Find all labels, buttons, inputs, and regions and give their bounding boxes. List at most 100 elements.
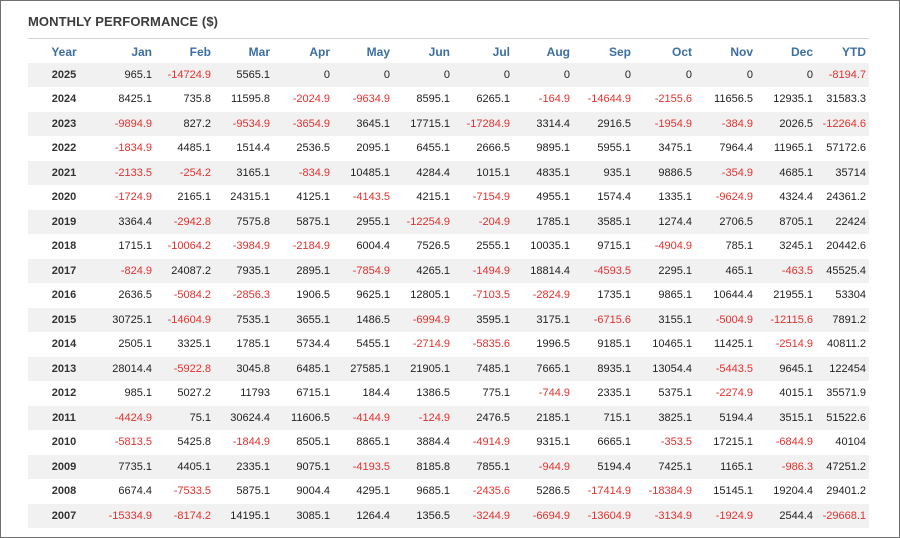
ytd-cell: 22424 bbox=[816, 209, 869, 235]
month-value-cell: -384.9 bbox=[695, 111, 756, 137]
month-value-cell: 0 bbox=[695, 63, 756, 88]
month-value-cell: 4405.1 bbox=[155, 454, 214, 480]
month-value-cell: 3884.4 bbox=[393, 430, 453, 455]
table-row: 2021 -2133.5 -254.2 3165.1 -834.9 10485.1 4284… bbox=[28, 160, 869, 186]
month-value-cell: 27585.1 bbox=[333, 356, 393, 382]
month-value-cell: 4955.1 bbox=[513, 185, 573, 210]
ytd-cell: 20442.6 bbox=[816, 234, 869, 259]
month-value-cell: 5375.1 bbox=[634, 381, 695, 406]
month-value-cell: 3475.1 bbox=[634, 136, 695, 161]
month-value-cell: 0 bbox=[273, 63, 333, 88]
month-value-cell: 7735.1 bbox=[100, 454, 155, 480]
month-value-cell: 3645.1 bbox=[333, 111, 393, 137]
month-value-cell: -7103.5 bbox=[453, 283, 513, 308]
month-value-cell: -14644.9 bbox=[573, 87, 634, 112]
month-value-cell: 2165.1 bbox=[155, 185, 214, 210]
month-value-cell: 9715.1 bbox=[573, 234, 634, 259]
month-value-cell: -6715.6 bbox=[573, 307, 634, 333]
month-value-cell: 30725.1 bbox=[100, 307, 155, 333]
month-value-cell: 3314.4 bbox=[513, 111, 573, 137]
month-value-cell: 6265.1 bbox=[453, 87, 513, 112]
month-value-cell: -5835.6 bbox=[453, 332, 513, 357]
month-value-cell: -2942.8 bbox=[155, 209, 214, 235]
month-value-cell: -1724.9 bbox=[100, 185, 155, 210]
month-value-cell: 9004.4 bbox=[273, 479, 333, 504]
table-row: 2013 28014.4 -5922.8 3045.8 6485.1 27585.1 219… bbox=[28, 356, 869, 382]
table-row: 2016 2636.5 -5084.2 -2856.3 1906.5 9625.1 1280… bbox=[28, 283, 869, 308]
month-value-cell: 2955.1 bbox=[333, 209, 393, 235]
ytd-cell: 47251.2 bbox=[816, 454, 869, 480]
month-value-cell: -254.2 bbox=[155, 160, 214, 186]
month-value-cell: -1494.9 bbox=[453, 258, 513, 284]
month-value-cell: 0 bbox=[393, 63, 453, 88]
month-value-cell: 2555.1 bbox=[453, 234, 513, 259]
month-value-cell: -4424.9 bbox=[100, 405, 155, 431]
year-cell: 2021 bbox=[28, 160, 100, 186]
month-value-cell: 2026.5 bbox=[756, 111, 816, 137]
column-header-jul: Jul bbox=[492, 44, 510, 59]
month-value-cell: 965.1 bbox=[100, 63, 155, 88]
month-value-cell: 4295.1 bbox=[333, 479, 393, 504]
month-value-cell: -2514.9 bbox=[756, 332, 816, 357]
month-value-cell: -9624.9 bbox=[695, 185, 756, 210]
month-value-cell: 75.1 bbox=[155, 405, 214, 431]
month-value-cell: -353.5 bbox=[634, 430, 695, 455]
month-value-cell: -4593.5 bbox=[573, 258, 634, 284]
ytd-cell: 35571.9 bbox=[816, 381, 869, 406]
month-value-cell: -5084.2 bbox=[155, 283, 214, 308]
table-row: 2008 6674.4 -7533.5 5875.1 9004.4 4295.1 9685.… bbox=[28, 479, 869, 504]
month-value-cell: -354.9 bbox=[695, 160, 756, 186]
column-header-ytd: YTD bbox=[842, 44, 866, 59]
table-row: 2024 8425.1 735.8 11595.8 -2024.9 -9634.9 8595… bbox=[28, 87, 869, 112]
month-value-cell: 0 bbox=[453, 63, 513, 88]
table-row: 2022 -1834.9 4485.1 1514.4 2536.5 2095.1 6455.… bbox=[28, 136, 869, 161]
month-value-cell: -17284.9 bbox=[453, 111, 513, 137]
month-value-cell: -1844.9 bbox=[214, 430, 273, 455]
month-value-cell: 5455.1 bbox=[333, 332, 393, 357]
column-header-year: Year bbox=[51, 44, 77, 59]
month-value-cell: 0 bbox=[573, 63, 634, 88]
column-header-feb: Feb bbox=[189, 44, 211, 59]
month-value-cell: -2024.9 bbox=[273, 87, 333, 112]
table-row: 2010 -5813.5 5425.8 -1844.9 8505.1 8865.1 3884… bbox=[28, 430, 869, 455]
month-value-cell: 0 bbox=[634, 63, 695, 88]
month-value-cell: 30624.4 bbox=[214, 405, 273, 431]
month-value-cell: 5565.1 bbox=[214, 63, 273, 88]
year-cell: 2023 bbox=[28, 111, 100, 137]
month-value-cell: -1954.9 bbox=[634, 111, 695, 137]
month-value-cell: 6715.1 bbox=[273, 381, 333, 406]
month-value-cell: 21955.1 bbox=[756, 283, 816, 308]
month-value-cell: 2706.5 bbox=[695, 209, 756, 235]
month-value-cell: 7935.1 bbox=[214, 258, 273, 284]
year-cell: 2008 bbox=[28, 479, 100, 504]
year-cell: 2018 bbox=[28, 234, 100, 259]
month-value-cell: 11656.5 bbox=[695, 87, 756, 112]
month-value-cell: 1735.1 bbox=[573, 283, 634, 308]
month-value-cell: 12935.1 bbox=[756, 87, 816, 112]
month-value-cell: 10465.1 bbox=[634, 332, 695, 357]
month-value-cell: -5922.8 bbox=[155, 356, 214, 382]
month-value-cell: 735.8 bbox=[155, 87, 214, 112]
month-value-cell: 14195.1 bbox=[214, 503, 273, 529]
table-row: 2012 985.1 5027.2 11793 6715.1 184.4 1386.5 775… bbox=[28, 381, 869, 406]
month-value-cell: 9886.5 bbox=[634, 160, 695, 186]
month-value-cell: 0 bbox=[513, 63, 573, 88]
month-value-cell: 3595.1 bbox=[453, 307, 513, 333]
month-value-cell: 1335.1 bbox=[634, 185, 695, 210]
month-value-cell: 4015.1 bbox=[756, 381, 816, 406]
month-value-cell: 3245.1 bbox=[756, 234, 816, 259]
month-value-cell: -8174.2 bbox=[155, 503, 214, 529]
month-value-cell: 4324.4 bbox=[756, 185, 816, 210]
month-value-cell: -164.9 bbox=[513, 87, 573, 112]
month-value-cell: -12254.9 bbox=[393, 209, 453, 235]
month-value-cell: -824.9 bbox=[100, 258, 155, 284]
table-row: 2019 3364.4 -2942.8 7575.8 5875.1 2955.1 -1225… bbox=[28, 209, 869, 235]
month-value-cell: -1924.9 bbox=[695, 503, 756, 529]
month-value-cell: 1785.1 bbox=[513, 209, 573, 235]
table-row: 2020 -1724.9 2165.1 24315.1 4125.1 -4143.5 421… bbox=[28, 185, 869, 210]
month-value-cell: -4144.9 bbox=[333, 405, 393, 431]
column-header-oct: Oct bbox=[671, 44, 692, 59]
month-value-cell: 5875.1 bbox=[273, 209, 333, 235]
year-cell: 2011 bbox=[28, 405, 100, 431]
month-value-cell: 5875.1 bbox=[214, 479, 273, 504]
